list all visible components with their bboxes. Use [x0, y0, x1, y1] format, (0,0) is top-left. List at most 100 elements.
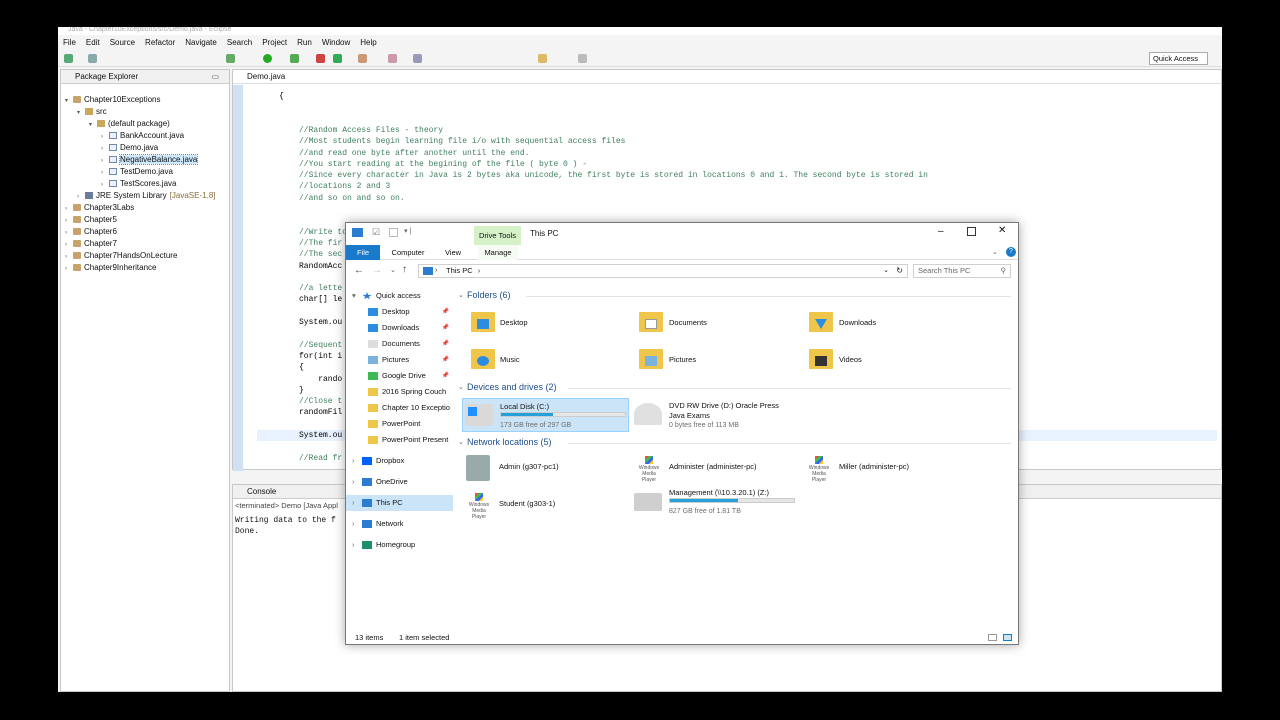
- menu-source[interactable]: Source: [110, 38, 135, 47]
- maximize-button[interactable]: [967, 227, 976, 236]
- expand-toggle-icon[interactable]: ▾: [65, 95, 73, 107]
- pin-icon[interactable]: 📌: [442, 304, 449, 320]
- code-line[interactable]: //and read one byte after another until …: [299, 148, 529, 159]
- pin-icon[interactable]: 📌: [442, 368, 449, 384]
- nav-item[interactable]: 2016 Spring Couch: [346, 384, 453, 400]
- nav-expand-icon[interactable]: ›: [352, 537, 362, 553]
- menu-file[interactable]: File: [63, 38, 76, 47]
- refresh-icon[interactable]: ↻: [896, 265, 903, 277]
- menu-project[interactable]: Project: [262, 38, 287, 47]
- menu-run[interactable]: Run: [297, 38, 312, 47]
- properties-icon[interactable]: ☑: [372, 227, 380, 238]
- save-icon[interactable]: [88, 54, 97, 63]
- minimize-icon[interactable]: ▭: [211, 70, 219, 84]
- address-chevron-icon[interactable]: ›: [435, 265, 437, 277]
- recent-locations-icon[interactable]: ⌄: [390, 266, 396, 274]
- network-location-admin[interactable]: Admin (g307-pc1): [462, 453, 629, 483]
- nav-item[interactable]: ▾ Quick access: [346, 288, 453, 304]
- close-button[interactable]: ✕: [998, 225, 1006, 236]
- network-location-student[interactable]: Windows Media Player Student (g303-1): [462, 490, 629, 520]
- drive-dvd-d[interactable]: DVD RW Drive (D:) Oracle Press Java Exam…: [632, 398, 802, 432]
- code-line[interactable]: System.ou: [299, 317, 342, 328]
- minimize-button[interactable]: –: [938, 226, 944, 237]
- code-line[interactable]: //Sequent: [299, 340, 342, 351]
- nav-item[interactable]: PowerPoint: [346, 416, 453, 432]
- nav-expand-icon[interactable]: ▾: [352, 288, 362, 304]
- code-line[interactable]: //The fir: [299, 238, 342, 249]
- menu-navigate[interactable]: Navigate: [185, 38, 217, 47]
- ribbon-tab-view[interactable]: View: [440, 245, 466, 260]
- package-explorer-tab[interactable]: Package Explorer ▭: [61, 70, 229, 84]
- code-line[interactable]: randomFil: [299, 407, 342, 418]
- folders-group-header[interactable]: Folders (6): [467, 290, 511, 300]
- expand-ribbon-icon[interactable]: ⌄: [992, 248, 998, 256]
- menu-refactor[interactable]: Refactor: [145, 38, 175, 47]
- devices-collapse-icon[interactable]: ⌄: [458, 383, 464, 391]
- run-icon[interactable]: [263, 54, 272, 63]
- large-icons-view-icon[interactable]: [1003, 634, 1012, 641]
- new-folder-icon[interactable]: [389, 228, 398, 237]
- code-line[interactable]: rando: [299, 374, 342, 385]
- pin-icon[interactable]: 📌: [442, 336, 449, 352]
- nav-item[interactable]: PowerPoint Present: [346, 432, 453, 448]
- code-line[interactable]: //Random Access Files - theory: [299, 125, 443, 136]
- external-tools-icon[interactable]: [316, 54, 325, 63]
- quick-toolbar-chevron-icon[interactable]: ▾ |: [404, 227, 411, 235]
- menu-search[interactable]: Search: [227, 38, 252, 47]
- code-line[interactable]: RandomAcc: [299, 261, 342, 272]
- code-line[interactable]: {: [299, 362, 304, 373]
- nav-expand-icon[interactable]: ›: [352, 474, 362, 490]
- nav-item[interactable]: › Dropbox: [346, 453, 453, 469]
- console-output[interactable]: Writing data to the f Done.: [235, 515, 336, 537]
- details-view-icon[interactable]: [988, 634, 997, 641]
- menu-window[interactable]: Window: [322, 38, 350, 47]
- ribbon-tab-file[interactable]: File: [346, 245, 380, 260]
- devices-group-header[interactable]: Devices and drives (2): [467, 382, 557, 392]
- forward-icon[interactable]: [578, 54, 587, 63]
- ribbon-tab-manage[interactable]: Manage: [478, 245, 518, 260]
- nav-item[interactable]: › Network: [346, 516, 453, 532]
- network-collapse-icon[interactable]: ⌄: [458, 438, 464, 446]
- code-line[interactable]: //Most students begin learning file i/o …: [299, 136, 625, 147]
- new-java-project-icon[interactable]: [333, 54, 342, 63]
- code-line[interactable]: }: [299, 385, 304, 396]
- drive-local-disk-c[interactable]: Local Disk (C:) 173 GB free of 297 GB: [462, 398, 629, 432]
- coverage-icon[interactable]: [290, 54, 299, 63]
- expand-toggle-icon[interactable]: ▾: [89, 119, 97, 131]
- nav-item[interactable]: › OneDrive: [346, 474, 453, 490]
- back-arrow-icon[interactable]: ←: [354, 265, 364, 276]
- help-icon[interactable]: ?: [1006, 247, 1016, 257]
- address-sep-icon[interactable]: ›: [475, 268, 480, 275]
- network-drive-management[interactable]: Management (\\10.3.20.1) (Z:) 827 GB fre…: [632, 485, 802, 519]
- open-type-icon[interactable]: [388, 54, 397, 63]
- network-location-miller[interactable]: Windows Media Player Miller (administer-…: [802, 453, 972, 483]
- nav-item[interactable]: Desktop 📌: [346, 304, 453, 320]
- nav-item[interactable]: Pictures 📌: [346, 352, 453, 368]
- search-field[interactable]: Search This PC ⚲: [913, 264, 1011, 278]
- up-arrow-icon[interactable]: ↑: [402, 264, 407, 275]
- pin-icon[interactable]: 📌: [442, 320, 449, 336]
- nav-item[interactable]: › Homegroup: [346, 537, 453, 553]
- nav-expand-icon[interactable]: ›: [352, 516, 362, 532]
- tree-item[interactable]: › Chapter9Inheritance: [65, 262, 157, 275]
- network-group-header[interactable]: Network locations (5): [467, 437, 552, 447]
- code-line[interactable]: //Close t: [299, 396, 342, 407]
- editor-tab-demo[interactable]: Demo.java: [233, 70, 1221, 84]
- expand-toggle-icon[interactable]: ›: [65, 263, 73, 275]
- code-line[interactable]: for(int i: [299, 351, 342, 362]
- menu-edit[interactable]: Edit: [86, 38, 100, 47]
- folders-collapse-icon[interactable]: ⌄: [458, 291, 464, 299]
- new-icon[interactable]: [64, 54, 73, 63]
- menu-help[interactable]: Help: [360, 38, 376, 47]
- code-line[interactable]: //a lette: [299, 283, 342, 294]
- nav-item[interactable]: Google Drive 📌: [346, 368, 453, 384]
- address-field[interactable]: › This PC › ⌄ ↻: [418, 264, 908, 278]
- nav-item[interactable]: › This PC: [346, 495, 453, 511]
- nav-expand-icon[interactable]: ›: [352, 453, 362, 469]
- ribbon-tab-computer[interactable]: Computer: [388, 245, 428, 260]
- debug-icon[interactable]: [226, 54, 235, 63]
- code-line[interactable]: //You start reading at the begining of t…: [299, 159, 587, 170]
- nav-item[interactable]: Documents 📌: [346, 336, 453, 352]
- code-line[interactable]: //The sec: [299, 249, 342, 260]
- code-line[interactable]: //Read fr: [299, 453, 342, 464]
